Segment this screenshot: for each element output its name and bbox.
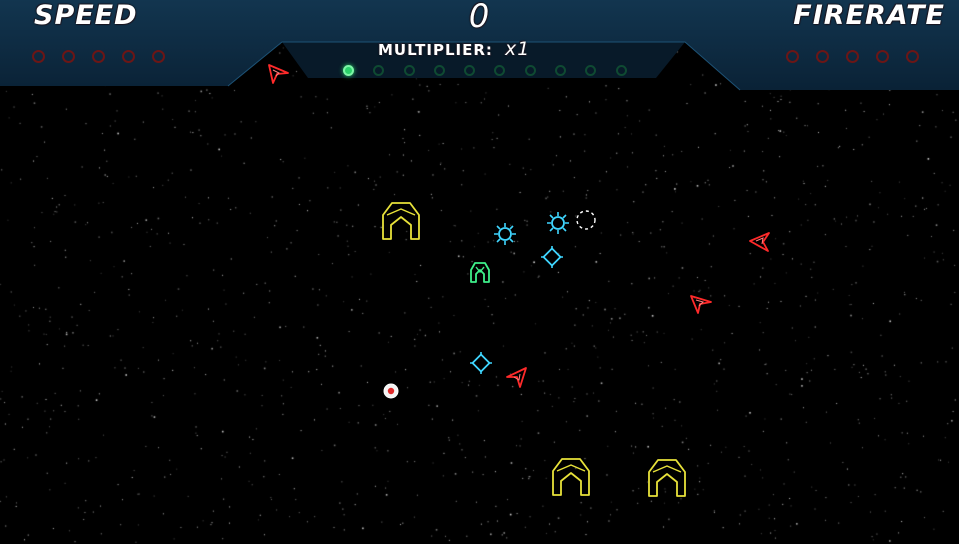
multiplier-pip bbox=[403, 65, 415, 76]
speed-pip bbox=[122, 50, 135, 63]
multiplier-pip bbox=[585, 65, 597, 76]
powerup-orb-icon bbox=[383, 383, 399, 399]
firerate-pip bbox=[816, 50, 829, 63]
cyan-spinner-enemy-icon bbox=[547, 212, 569, 234]
multiplier-pip bbox=[464, 65, 476, 76]
red-arrow-enemy-icon bbox=[268, 64, 289, 84]
speed-pip bbox=[32, 50, 45, 63]
player-ship-icon[interactable] bbox=[468, 259, 492, 285]
firerate-pip bbox=[906, 50, 919, 63]
multiplier-pip bbox=[524, 65, 536, 76]
speed-pip bbox=[62, 50, 75, 63]
crosshair-icon bbox=[576, 210, 596, 230]
firerate-pip bbox=[846, 50, 859, 63]
firerate-pip bbox=[786, 50, 799, 63]
multiplier-value: x1 bbox=[505, 38, 531, 60]
multiplier-label: MULTIPLIER: bbox=[378, 41, 493, 59]
multiplier-pip bbox=[373, 65, 385, 76]
cyan-spinner-enemy-icon bbox=[541, 246, 563, 268]
firerate-pip bbox=[876, 50, 889, 63]
speed-upgrade-pips bbox=[32, 50, 182, 63]
red-arrow-enemy-icon bbox=[506, 367, 527, 388]
multiplier-progress-pips bbox=[343, 65, 646, 76]
yellow-gate-enemy-icon bbox=[552, 458, 590, 496]
game-canvas[interactable]: SPEED FIRERATE 0 MULTIPLIER: x1 bbox=[0, 0, 959, 544]
multiplier-pip bbox=[615, 65, 627, 76]
yellow-gate-enemy-icon bbox=[648, 459, 686, 497]
speed-pip bbox=[152, 50, 165, 63]
multiplier-pip bbox=[555, 65, 567, 76]
multiplier-pip bbox=[433, 65, 445, 76]
red-arrow-enemy-icon bbox=[749, 232, 770, 252]
firerate-upgrade-pips bbox=[786, 50, 936, 63]
score-display: 0 bbox=[468, 0, 491, 35]
multiplier-pip bbox=[343, 65, 354, 76]
multiplier-pip bbox=[494, 65, 506, 76]
red-arrow-enemy-icon bbox=[690, 295, 712, 314]
cyan-spinner-enemy-icon bbox=[470, 352, 492, 374]
cyan-spinner-enemy-icon bbox=[494, 223, 516, 245]
yellow-gate-enemy-icon bbox=[382, 202, 420, 240]
speed-pip bbox=[92, 50, 105, 63]
